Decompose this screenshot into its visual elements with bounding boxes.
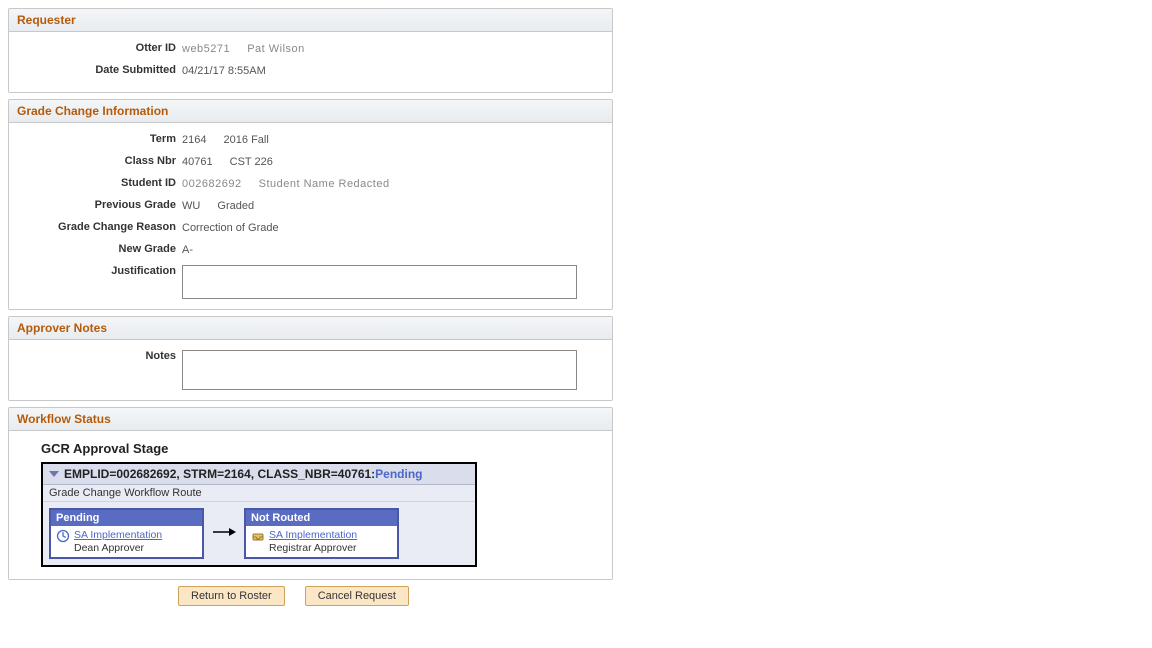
grade-change-panel: Grade Change Information Term 2164 2016 … xyxy=(8,99,613,310)
justification-input[interactable] xyxy=(182,265,577,299)
workflow-step-role: Dean Approver xyxy=(74,542,144,554)
workflow-step-not-routed: Not Routed SA Implementation Registrar A… xyxy=(244,508,399,559)
workflow-step-link[interactable]: SA Implementation xyxy=(74,529,162,541)
previous-grade-value: WU xyxy=(182,200,200,212)
otter-id-name: Pat Wilson xyxy=(247,43,305,55)
gcr-stage-title: GCR Approval Stage xyxy=(41,441,604,456)
arrow-right-icon xyxy=(212,526,236,541)
cancel-request-button[interactable]: Cancel Request xyxy=(305,586,409,606)
notes-label: Notes xyxy=(17,350,182,362)
class-nbr-label: Class Nbr xyxy=(17,155,182,167)
requester-panel-header: Requester xyxy=(9,9,612,32)
workflow-step-status: Pending xyxy=(51,510,202,526)
inbox-icon xyxy=(251,529,265,546)
term-desc: 2016 Fall xyxy=(224,134,269,146)
workflow-step-pending: Pending SA Implementation Dean Approver xyxy=(49,508,204,559)
workflow-header-bar[interactable]: EMPLID=002682692, STRM=2164, CLASS_NBR=4… xyxy=(43,464,475,485)
student-name: Student Name Redacted xyxy=(259,178,390,190)
workflow-step-role: Registrar Approver xyxy=(269,542,357,554)
new-grade-value: A- xyxy=(182,243,193,256)
grade-change-reason-value: Correction of Grade xyxy=(182,221,279,234)
justification-label: Justification xyxy=(17,265,182,277)
workflow-box: EMPLID=002682692, STRM=2164, CLASS_NBR=4… xyxy=(41,462,477,567)
date-submitted-value: 04/21/17 8:55AM xyxy=(182,64,266,77)
date-submitted-label: Date Submitted xyxy=(17,64,182,76)
previous-grade-basis: Graded xyxy=(217,200,254,212)
collapse-triangle-icon[interactable] xyxy=(49,471,59,477)
workflow-status-header: Workflow Status xyxy=(9,408,612,431)
new-grade-label: New Grade xyxy=(17,243,182,255)
notes-input[interactable] xyxy=(182,350,577,390)
class-nbr-desc: CST 226 xyxy=(230,156,273,168)
workflow-route-title: Grade Change Workflow Route xyxy=(43,485,475,502)
workflow-status-panel: Workflow Status GCR Approval Stage EMPLI… xyxy=(8,407,613,580)
workflow-header-status: Pending xyxy=(375,467,422,481)
term-code: 2164 xyxy=(182,134,206,146)
approver-notes-header: Approver Notes xyxy=(9,317,612,340)
otter-id-label: Otter ID xyxy=(17,42,182,54)
requester-panel: Requester Otter ID web5271 Pat Wilson Da… xyxy=(8,8,613,93)
grade-change-header: Grade Change Information xyxy=(9,100,612,123)
class-nbr-value: 40761 xyxy=(182,156,213,168)
workflow-header-text: EMPLID=002682692, STRM=2164, CLASS_NBR=4… xyxy=(64,467,375,481)
return-to-roster-button[interactable]: Return to Roster xyxy=(178,586,285,606)
otter-id-value: web5271 xyxy=(182,43,230,55)
clock-icon xyxy=(56,529,70,546)
grade-change-reason-label: Grade Change Reason xyxy=(17,221,182,233)
workflow-step-status: Not Routed xyxy=(246,510,397,526)
term-label: Term xyxy=(17,133,182,145)
student-id-value: 002682692 xyxy=(182,178,242,190)
student-id-label: Student ID xyxy=(17,177,182,189)
approver-notes-panel: Approver Notes Notes xyxy=(8,316,613,401)
previous-grade-label: Previous Grade xyxy=(17,199,182,211)
workflow-step-link[interactable]: SA Implementation xyxy=(269,529,357,541)
